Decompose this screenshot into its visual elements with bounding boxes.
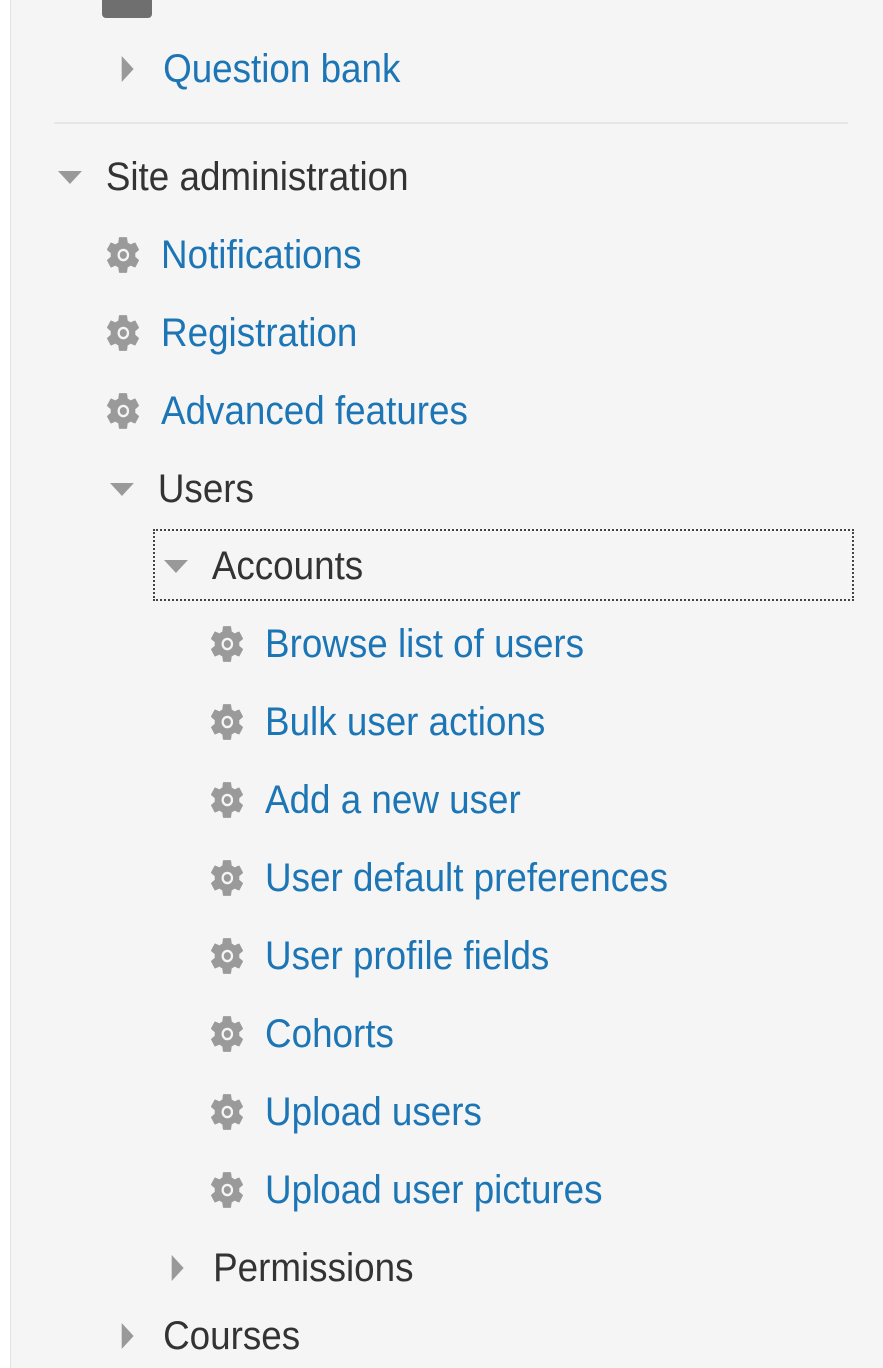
nav-item-label: Bulk user actions [265, 700, 546, 744]
nav-item-label: Registration [161, 311, 358, 355]
caret-right-icon [121, 56, 134, 82]
nav-item-accounts[interactable]: Accounts [164, 534, 363, 598]
gear-icon [208, 1091, 247, 1133]
nav-item-permissions[interactable]: Permissions [168, 1236, 413, 1300]
nav-item-label: Permissions [213, 1246, 414, 1290]
nav-item-label: User profile fields [265, 934, 550, 978]
caret-right-icon [121, 1323, 134, 1349]
caret-right-icon [171, 1255, 184, 1281]
nav-item-user-profile-fields[interactable]: User profile fields [208, 924, 549, 988]
gear-icon [208, 1169, 247, 1211]
nav-item-label: Add a new user [265, 778, 521, 822]
caret-down-icon [110, 482, 134, 496]
gear-icon [208, 857, 247, 899]
caret-down-icon [58, 170, 82, 184]
nav-item-label: Accounts [211, 544, 364, 588]
gear-icon [208, 623, 247, 665]
nav-item-add-a-new-user[interactable]: Add a new user [208, 768, 521, 832]
nav-item-label: Site administration [105, 155, 409, 199]
caret-down-icon [164, 559, 188, 573]
folder-icon [102, 0, 152, 18]
nav-item-label: Courses [163, 1314, 301, 1358]
nav-item-users[interactable]: Users [110, 457, 254, 521]
gear-icon [208, 779, 247, 821]
nav-item-label: Upload user pictures [265, 1168, 603, 1212]
nav-item-cohorts[interactable]: Cohorts [208, 1002, 394, 1066]
nav-item-label: Question bank [163, 47, 401, 91]
nav-item-user-default-preferences[interactable]: User default preferences [208, 846, 668, 910]
gear-icon [104, 312, 143, 354]
nav-item-site-administration[interactable]: Site administration [58, 145, 409, 209]
nav-item-browse-list-of-users[interactable]: Browse list of users [208, 612, 584, 676]
nav-item-label: Advanced features [161, 389, 468, 433]
gear-icon [208, 1013, 247, 1055]
nav-item-advanced-features[interactable]: Advanced features [104, 379, 468, 443]
nav-item-upload-user-pictures[interactable]: Upload user pictures [208, 1158, 603, 1222]
nav-item-registration[interactable]: Registration [104, 301, 357, 365]
nav-item-label: Cohorts [265, 1012, 394, 1056]
nav-item-question-bank[interactable]: Question bank [118, 37, 400, 101]
nav-item-notifications[interactable]: Notifications [104, 223, 361, 287]
nav-item-label: Users [157, 467, 254, 511]
nav-item-courses[interactable]: Courses [118, 1304, 300, 1368]
nav-item-label: Upload users [265, 1090, 482, 1134]
gear-icon [208, 701, 247, 743]
nav-item-bulk-user-actions[interactable]: Bulk user actions [208, 690, 545, 754]
divider [54, 122, 848, 124]
gear-icon [104, 390, 143, 432]
gear-icon [208, 935, 247, 977]
gear-icon [104, 234, 143, 276]
nav-item-upload-users[interactable]: Upload users [208, 1080, 482, 1144]
nav-item-label: Browse list of users [265, 622, 585, 666]
nav-item-label: User default preferences [265, 856, 669, 900]
nav-item-label: Notifications [161, 233, 362, 277]
